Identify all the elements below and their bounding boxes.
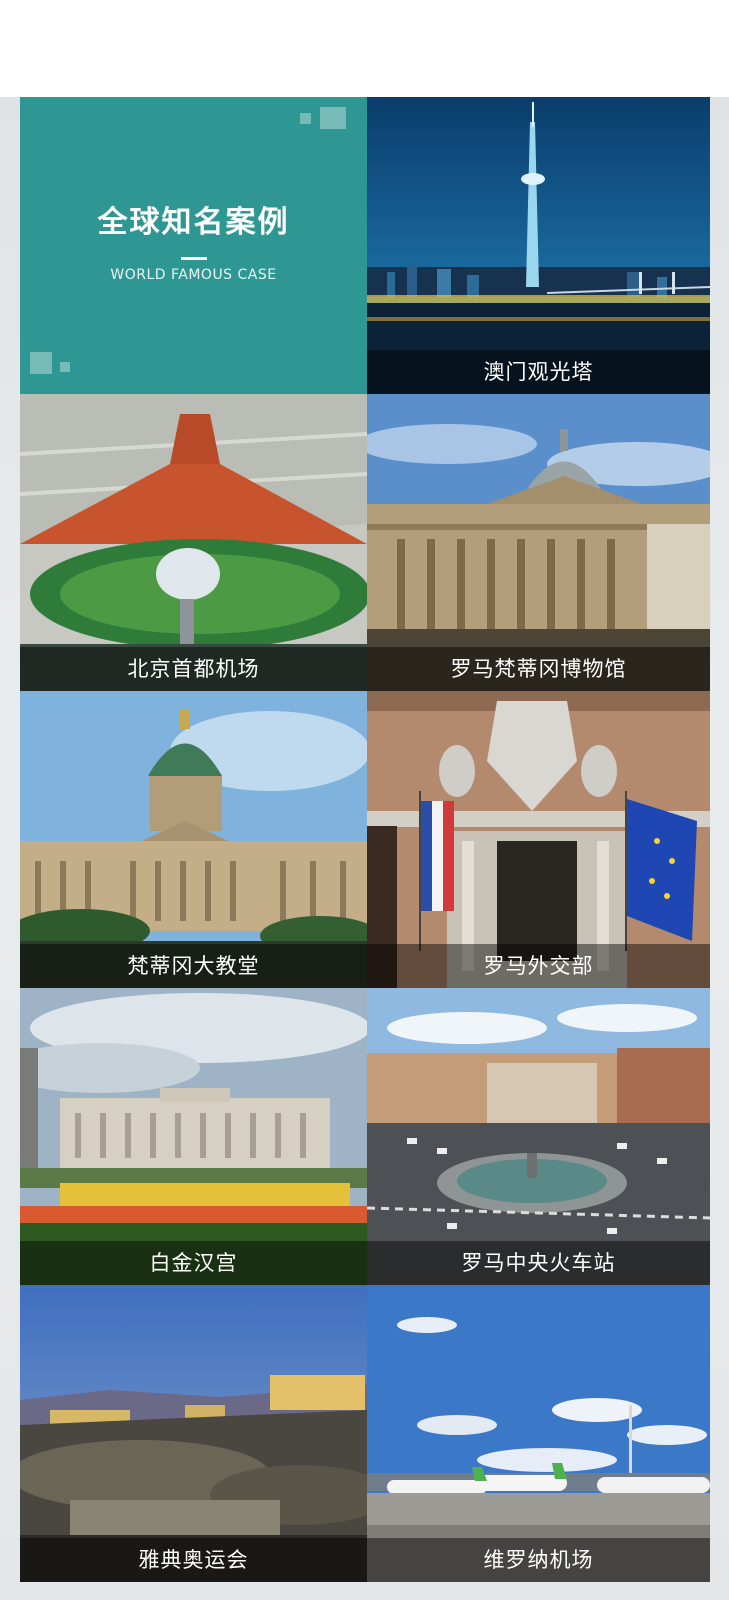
title-divider [181, 257, 207, 260]
case-label: 梵蒂冈大教堂 [20, 944, 367, 988]
case-label: 罗马梵蒂冈博物馆 [367, 647, 710, 691]
case-label: 罗马中央火车站 [367, 1241, 710, 1285]
case-card-beijing-airport[interactable]: 北京首都机场 [20, 394, 367, 691]
section-subtitle: WORLD FAMOUS CASE [110, 267, 277, 283]
case-card-rome-foreign-ministry[interactable]: 罗马外交部 [367, 691, 710, 988]
decor-square [60, 362, 70, 372]
case-card-verona-airport[interactable]: 维罗纳机场 [367, 1285, 710, 1582]
case-label: 澳门观光塔 [367, 350, 710, 394]
decor-square [30, 352, 52, 374]
intro-panel: 全球知名案例 WORLD FAMOUS CASE [20, 97, 367, 394]
decor-square [300, 113, 311, 124]
case-label: 北京首都机场 [20, 647, 367, 691]
case-label: 雅典奥运会 [20, 1538, 367, 1582]
case-label: 白金汉宫 [20, 1241, 367, 1285]
case-card-macau-tower[interactable]: 澳门观光塔 [367, 97, 710, 394]
section-title: 全球知名案例 [97, 205, 290, 240]
case-label: 维罗纳机场 [367, 1538, 710, 1582]
case-card-buckingham-palace[interactable]: 白金汉宫 [20, 988, 367, 1285]
case-label: 罗马外交部 [367, 944, 710, 988]
case-grid: 全球知名案例 WORLD FAMOUS CASE 澳门观光塔 北京首都机场 罗马… [20, 97, 710, 1582]
case-card-cathedral[interactable]: 梵蒂冈大教堂 [20, 691, 367, 988]
case-card-rome-termini[interactable]: 罗马中央火车站 [367, 988, 710, 1285]
case-card-athens-olympics[interactable]: 雅典奥运会 [20, 1285, 367, 1582]
case-card-vatican-museum[interactable]: 罗马梵蒂冈博物馆 [367, 394, 710, 691]
decor-square [320, 107, 346, 129]
